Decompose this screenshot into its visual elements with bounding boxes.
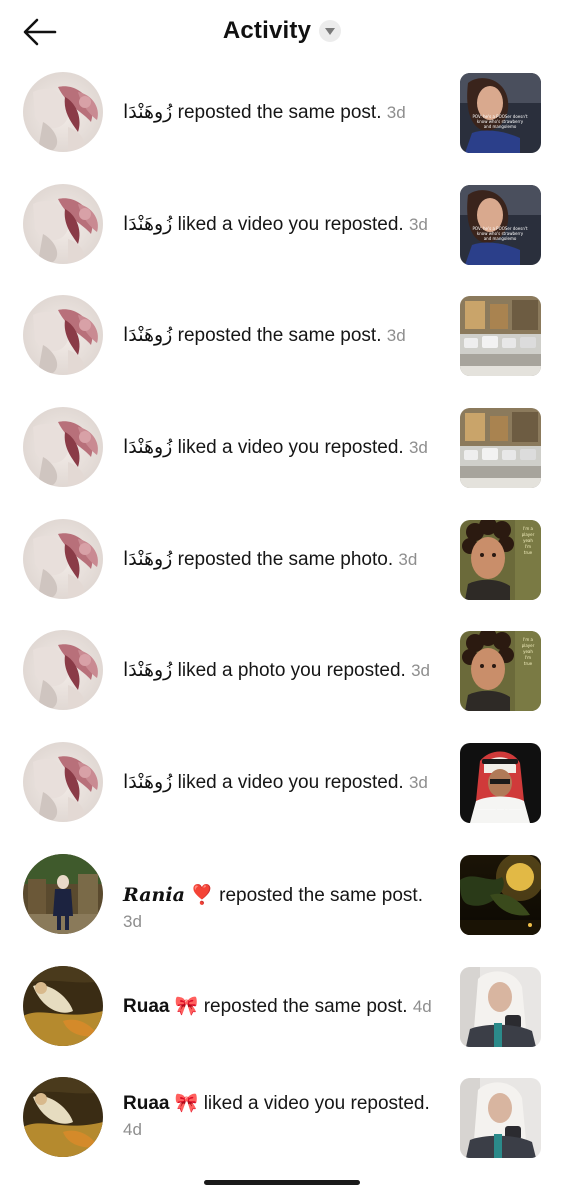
notification-text: زُوهَنْدَا liked a video you reposted. 3… — [123, 435, 445, 461]
notification-text: زُوهَنْدَا liked a video you reposted. 3… — [123, 770, 445, 796]
action-text: liked a video you reposted. — [177, 213, 404, 235]
notification-row[interactable]: زُوهَنْدَا liked a video you reposted. 3… — [0, 742, 564, 854]
action-text: reposted the same post. — [219, 884, 423, 906]
post-thumbnail[interactable] — [460, 854, 541, 935]
svg-text:and mangolemo: and mangolemo — [484, 236, 517, 241]
svg-text:player: player — [522, 532, 535, 537]
timestamp: 3d — [123, 911, 142, 931]
notification-text: Rania ❣️ reposted the same post. 3d — [123, 882, 445, 935]
action-text: reposted the same post. — [177, 325, 382, 347]
notification-row[interactable]: زُوهَنْدَا reposted the same photo. 3d I… — [0, 518, 564, 631]
notification-row[interactable]: زُوهَنْدَا liked a video you reposted. 3… — [0, 407, 564, 519]
caret-down-icon — [325, 27, 336, 35]
svg-text:player: player — [522, 643, 535, 648]
notification-row[interactable]: Ruaa 🎀 liked a video you reposted. 4d — [0, 1077, 564, 1189]
avatar[interactable] — [23, 965, 103, 1046]
post-thumbnail[interactable] — [460, 966, 541, 1047]
avatar[interactable] — [23, 72, 103, 152]
post-thumbnail[interactable]: ________ ___ _ ______ — [460, 743, 541, 824]
svg-text:true: true — [524, 550, 533, 555]
avatar[interactable] — [23, 518, 103, 599]
top-bar: Activity — [0, 0, 564, 66]
notification-text: زُوهَنْدَا liked a video you reposted. 3… — [123, 212, 445, 238]
avatar[interactable] — [23, 183, 103, 264]
home-indicator — [204, 1180, 360, 1185]
svg-text:I'm: I'm — [525, 544, 531, 549]
username[interactable]: زُوهَنْدَا — [123, 549, 172, 570]
post-thumbnail[interactable]: POV: he's a POOSer doesn't know who's st… — [460, 73, 541, 153]
avatar[interactable] — [23, 295, 103, 376]
notification-row[interactable]: Ruaa 🎀 reposted the same post. 4d — [0, 965, 564, 1078]
svg-text:I'm: I'm — [525, 655, 531, 660]
timestamp: 3d — [408, 438, 428, 458]
notification-row[interactable]: زُوهَنْدَا liked a video you reposted. 3… — [0, 183, 564, 296]
heart-exclamation-icon: ❣️ — [190, 884, 214, 906]
action-text: liked a video you reposted. — [203, 1093, 430, 1115]
notification-row[interactable]: زُوهَنْدَا reposted the same post. 3d — [0, 295, 564, 407]
post-thumbnail[interactable] — [460, 408, 541, 489]
username[interactable]: Rania — [123, 884, 185, 906]
timestamp: 3d — [386, 326, 406, 346]
action-text: reposted the same post. — [177, 102, 382, 123]
svg-text:________ ___ _ ______: ________ ___ _ ______ — [477, 806, 524, 811]
username[interactable]: زُوهَنْدَا — [123, 102, 172, 123]
timestamp: 3d — [408, 773, 428, 793]
avatar[interactable] — [23, 742, 103, 823]
username[interactable]: Ruaa — [123, 996, 169, 1017]
action-text: liked a photo you reposted. — [177, 660, 406, 682]
post-thumbnail[interactable]: POV: he's a POOSer doesn't know who's st… — [460, 184, 541, 265]
page-title: Activity — [222, 17, 312, 44]
svg-text:yeah: yeah — [523, 538, 533, 543]
avatar[interactable] — [23, 853, 103, 934]
username[interactable]: زُوهَنْدَا — [123, 437, 172, 458]
notification-row[interactable]: زُوهَنْدَا liked a photo you reposted. 3… — [0, 630, 564, 742]
timestamp: 4d — [123, 1120, 142, 1140]
post-thumbnail[interactable] — [460, 1078, 541, 1159]
username[interactable]: زُوهَنْدَا — [123, 214, 172, 235]
svg-text:true: true — [524, 661, 533, 666]
username[interactable]: زُوهَنْدَا — [123, 325, 172, 346]
timestamp: 3d — [398, 549, 418, 569]
notification-text: Ruaa 🎀 liked a video you reposted. 4d — [123, 1091, 445, 1143]
ribbon-icon: 🎀 — [174, 995, 199, 1017]
notification-text: زُوهَنْدَا reposted the same post. 3d — [123, 100, 445, 126]
svg-text:yeah: yeah — [523, 649, 533, 654]
svg-text:I'm a: I'm a — [523, 637, 533, 642]
svg-text:and mangolemo: and mangolemo — [484, 124, 517, 129]
post-thumbnail[interactable]: I'm a player yeah I'm true — [460, 519, 541, 600]
username[interactable]: زُوهَنْدَا — [123, 660, 172, 681]
timestamp: 3d — [411, 661, 431, 681]
action-text: reposted the same post. — [203, 995, 408, 1017]
activity-filter-dropdown[interactable] — [319, 20, 342, 42]
avatar[interactable] — [23, 1077, 103, 1158]
action-text: liked a video you reposted. — [177, 772, 404, 794]
username[interactable]: Ruaa — [123, 1093, 169, 1114]
timestamp: 4d — [412, 996, 432, 1016]
action-text: reposted the same photo. — [177, 548, 394, 570]
notification-text: زُوهَنْدَا liked a photo you reposted. 3… — [123, 658, 445, 684]
avatar[interactable] — [23, 407, 103, 488]
timestamp: 3d — [408, 214, 428, 234]
timestamp: 3d — [386, 103, 406, 122]
username[interactable]: زُوهَنْدَا — [123, 772, 172, 793]
action-text: liked a video you reposted. — [177, 437, 404, 459]
activity-list: زُوهَنْدَا reposted the same post. 3d PO… — [0, 72, 564, 1189]
notification-text: زُوهَنْدَا reposted the same post. 3d — [123, 323, 445, 349]
post-thumbnail[interactable] — [460, 296, 541, 377]
post-thumbnail[interactable]: I'm a player yeah I'm true — [460, 631, 541, 712]
notification-row[interactable]: Rania ❣️ reposted the same post. 3d — [0, 853, 564, 966]
avatar[interactable] — [23, 630, 103, 711]
notification-text: زُوهَنْدَا reposted the same photo. 3d — [123, 547, 445, 573]
svg-text:I'm a: I'm a — [523, 526, 533, 531]
notification-text: Ruaa 🎀 reposted the same post. 4d — [123, 994, 445, 1020]
notification-row[interactable]: زُوهَنْدَا reposted the same post. 3d PO… — [0, 72, 564, 184]
ribbon-icon: 🎀 — [174, 1093, 199, 1115]
